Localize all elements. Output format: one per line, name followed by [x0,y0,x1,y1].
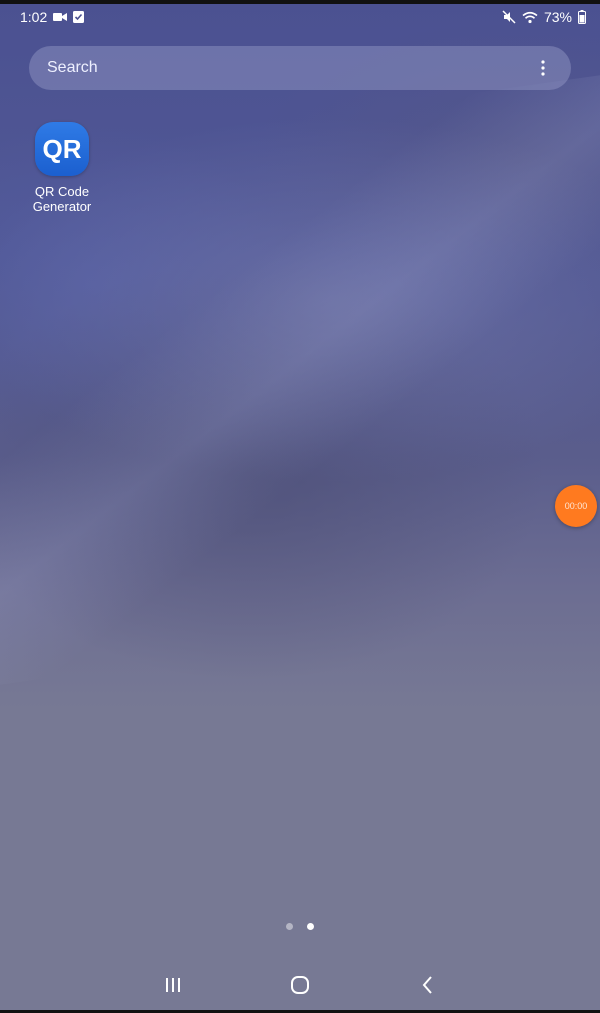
wifi-icon [522,11,538,24]
battery-percent: 73% [543,9,572,25]
app-qr-code-generator[interactable]: QR QR Code Generator [22,122,102,214]
back-icon [422,976,432,994]
recent-apps-icon [166,978,181,992]
search-bar[interactable]: Search [29,46,571,90]
recent-apps-button[interactable] [148,960,198,1010]
home-icon [290,976,309,994]
status-time: 1:02 [20,9,48,25]
navigation-bar [0,960,600,1010]
qr-code-app-icon[interactable]: QR [35,122,89,176]
battery-icon [578,10,586,24]
floating-timer-button[interactable]: 00:00 [555,485,597,527]
checklist-icon [73,11,85,23]
page-dot-2-active[interactable] [307,923,314,930]
more-options-icon[interactable] [533,56,553,80]
app-label: QR Code Generator [32,184,92,214]
search-label: Search [47,59,98,76]
timer-text: 00:00 [564,501,588,511]
page-dot-1[interactable] [286,923,293,930]
back-button[interactable] [402,960,452,1010]
home-button[interactable] [275,960,325,1010]
mute-icon [502,10,516,24]
status-bar: 1:02 73% [0,4,600,30]
page-indicator [0,923,600,930]
video-record-icon [53,12,68,22]
